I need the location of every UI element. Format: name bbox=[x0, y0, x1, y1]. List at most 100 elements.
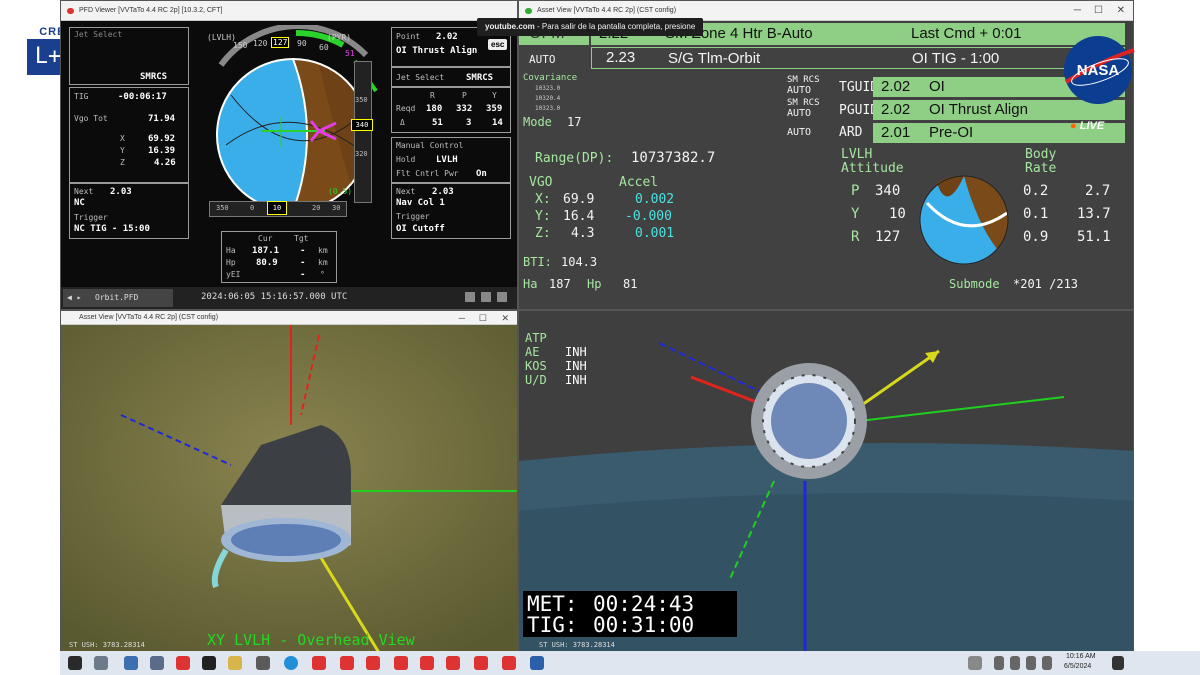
terminal-icon[interactable] bbox=[202, 656, 216, 670]
mode-value: 17 bbox=[567, 115, 582, 129]
hp-label-top: Hp bbox=[587, 277, 602, 291]
taskbar-time[interactable]: 10:16 AM bbox=[1066, 653, 1096, 660]
battery-icon[interactable] bbox=[1042, 656, 1052, 670]
close-icon-bl[interactable]: ✕ bbox=[501, 311, 509, 325]
p-rate-1: 0.2 bbox=[1023, 183, 1049, 199]
ud-value: INH bbox=[565, 373, 587, 387]
taskbar-date[interactable]: 6/5/2024 bbox=[1064, 663, 1091, 670]
app-icon-2[interactable] bbox=[150, 656, 164, 670]
app-icon-1[interactable] bbox=[124, 656, 138, 670]
attitude-label: Attitude bbox=[841, 161, 904, 176]
y-rate-1: 0.1 bbox=[1023, 206, 1049, 222]
submode-label: Submode bbox=[949, 277, 1000, 291]
close-icon[interactable]: ✕ bbox=[1117, 1, 1125, 21]
network-icon[interactable] bbox=[1010, 656, 1020, 670]
z-label: Z bbox=[120, 158, 125, 167]
met-tig-clock: MET: 00:24:43 TIG: 00:31:00 bbox=[523, 591, 737, 637]
layout-icon[interactable] bbox=[481, 292, 491, 302]
roll-tick-90: 90 bbox=[297, 39, 307, 48]
mode-label: Mode bbox=[523, 115, 552, 129]
app-icon-4[interactable] bbox=[256, 656, 270, 670]
folder-icon[interactable] bbox=[228, 656, 242, 670]
pguid-num: 2.02 bbox=[881, 101, 911, 118]
word-icon[interactable] bbox=[530, 656, 544, 670]
yaw-tick-350: 350 bbox=[216, 204, 229, 212]
notification-icon[interactable] bbox=[1112, 656, 1124, 670]
roll-tick-60: 60 bbox=[319, 43, 329, 52]
tig-value: -00:06:17 bbox=[118, 92, 167, 102]
reqd-y: 359 bbox=[486, 104, 503, 114]
vgo-value: 71.94 bbox=[148, 114, 176, 124]
asset-view-top-window: Asset View [VVTaTo 4.4 RC 2p] (CST confi… bbox=[518, 0, 1134, 310]
covariance-value-3: 10323.0 bbox=[535, 105, 561, 112]
app-icon-6[interactable] bbox=[340, 656, 354, 670]
pitch-tick-350: 350 bbox=[355, 96, 368, 104]
burn-panel: TIG -00:06:17 Vgo Tot 71.94 X 69.92 Y 16… bbox=[69, 87, 189, 183]
asset-view-3d-window: ATP AE INH KOS INH U/D INH MET: 00:24:43… bbox=[518, 310, 1134, 655]
view-label: XY LVLH - Overhead View bbox=[207, 631, 415, 649]
auto-3: AUTO bbox=[787, 127, 812, 138]
flt-cntrl-value: On bbox=[476, 169, 487, 179]
trigger-label: Trigger bbox=[74, 213, 108, 222]
jet-select-panel-right: Jet Select SMRCS bbox=[391, 67, 511, 87]
asset-view-overhead-window: Asset View [VVTaTo 4.4 RC 2p] (CST confi… bbox=[60, 310, 518, 655]
cmd-row-2: 2.23 S/G Tlm-Orbit OI TIG - 1:00 bbox=[591, 47, 1125, 69]
ae-label: AE bbox=[525, 345, 540, 359]
p-col-label: P bbox=[462, 91, 467, 100]
ae-value: INH bbox=[565, 345, 587, 359]
app-icon-3[interactable] bbox=[176, 656, 190, 670]
display-selector[interactable]: ◀ ▸ Orbit.PFD bbox=[63, 289, 173, 307]
flt-cntrl-label: Flt Cntrl Pwr bbox=[396, 169, 459, 178]
maximize-icon[interactable]: ☐ bbox=[1094, 1, 1103, 21]
tguid-num: 2.02 bbox=[881, 78, 911, 95]
start-icon[interactable] bbox=[68, 656, 82, 670]
app-icon bbox=[67, 8, 74, 14]
app-icon-7[interactable] bbox=[366, 656, 380, 670]
y-label: Y bbox=[120, 146, 125, 155]
lvlh-label: LVLH bbox=[841, 147, 873, 162]
tguid-text: OI bbox=[929, 78, 945, 95]
app-icon-8[interactable] bbox=[394, 656, 408, 670]
app-icon-5[interactable] bbox=[312, 656, 326, 670]
auto-1: AUTO bbox=[787, 85, 812, 96]
y-label: Y bbox=[851, 206, 860, 222]
attitude-ball bbox=[919, 175, 1009, 265]
volume-icon[interactable] bbox=[1026, 656, 1036, 670]
expand-icon[interactable] bbox=[497, 292, 507, 302]
yaw-tick-0: 0 bbox=[250, 204, 255, 212]
point-name: OI Thrust Align bbox=[396, 46, 478, 56]
settings-icon[interactable] bbox=[465, 292, 475, 302]
search-icon[interactable] bbox=[94, 656, 108, 670]
row2-right: OI TIG - 1:00 bbox=[912, 50, 1000, 67]
pyr-mode-label: (PYR) bbox=[327, 33, 352, 42]
pitch-tick-320: 320 bbox=[355, 150, 368, 158]
delta-y: 14 bbox=[492, 118, 503, 128]
minimize-icon[interactable]: ─ bbox=[1074, 1, 1081, 21]
y-value: 10 bbox=[889, 206, 906, 222]
app-icon-11[interactable] bbox=[474, 656, 488, 670]
hold-label: Hold bbox=[396, 155, 416, 164]
tray-icon-1[interactable] bbox=[968, 656, 982, 670]
accel-z: 0.001 bbox=[635, 226, 675, 241]
ha-value-top: 187 bbox=[549, 277, 571, 291]
p-rate-2: 2.7 bbox=[1085, 183, 1111, 199]
app-icon-9[interactable] bbox=[420, 656, 434, 670]
lvlh-mode-label: (LVLH) bbox=[207, 33, 236, 42]
minimize-icon-bl[interactable]: ─ bbox=[459, 311, 465, 325]
app-icon-10[interactable] bbox=[446, 656, 460, 670]
chevron-up-icon[interactable] bbox=[994, 656, 1004, 670]
edge-icon[interactable] bbox=[284, 656, 298, 670]
tig-clock-value: 00:31:00 bbox=[593, 613, 695, 637]
covariance-value-2: 10320.4 bbox=[535, 95, 561, 102]
ud-label: U/D bbox=[525, 373, 547, 387]
r-rate-1: 0.9 bbox=[1023, 229, 1049, 245]
nasa-logo-icon: NASA bbox=[1064, 36, 1135, 104]
maximize-icon-bl[interactable]: ☐ bbox=[479, 311, 487, 325]
hp-value-top: 81 bbox=[623, 277, 638, 291]
app-icon-12[interactable] bbox=[502, 656, 516, 670]
asset-top-window-title: Asset View [VVTaTo 4.4 RC 2p] (CST confi… bbox=[537, 7, 677, 14]
back-arrow-icon[interactable]: ◀ ▸ bbox=[67, 293, 81, 302]
covariance-value-1: 10323.0 bbox=[535, 85, 561, 92]
next-name-right: Nav Col 1 bbox=[396, 198, 445, 208]
fullscreen-message: Para salir de la pantalla completa, pres… bbox=[541, 22, 696, 31]
